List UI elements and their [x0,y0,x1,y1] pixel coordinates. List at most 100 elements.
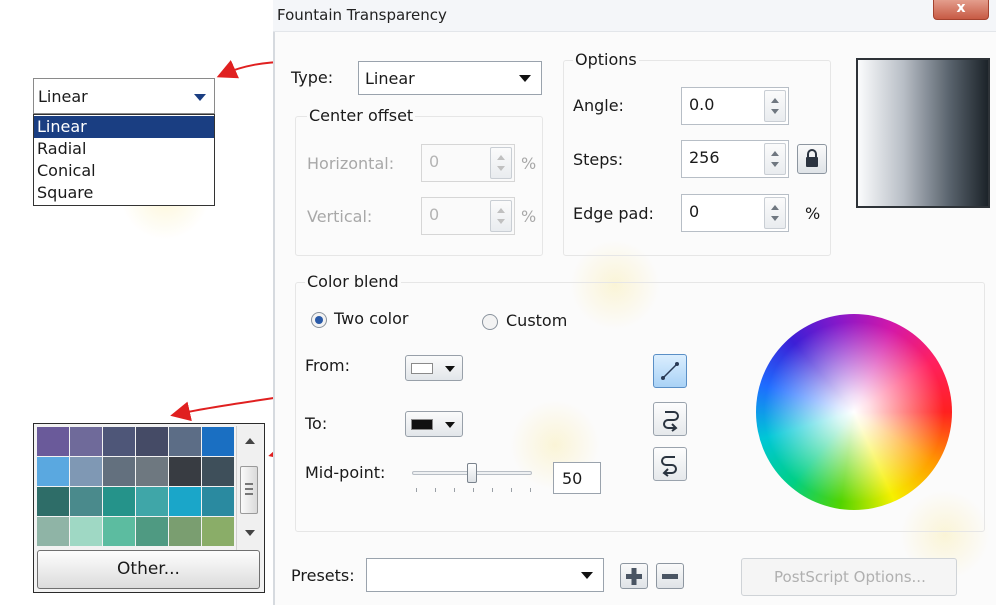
color-palette-popup: Other... [33,423,265,593]
dropdown-option-conical[interactable]: Conical [34,160,214,182]
palette-swatch[interactable] [103,517,135,546]
palette-swatch[interactable] [136,517,168,546]
from-color-picker[interactable] [405,355,463,381]
type-dropdown-closed[interactable]: Linear [33,78,215,114]
angle-field[interactable]: 0.0 [681,87,789,125]
counterclockwise-blend-button[interactable] [653,447,687,481]
postscript-options-button[interactable]: PostScript Options... [741,558,957,596]
options-title: Options [573,50,639,69]
palette-swatch[interactable] [37,517,69,546]
add-preset-button[interactable] [620,563,648,589]
vertical-field[interactable]: 0 [421,197,515,235]
midpoint-value: 50 [562,469,583,488]
from-label: From: [305,356,351,375]
two-color-radio[interactable] [311,312,327,328]
line-blend-icon [661,362,679,380]
palette-scrollbar[interactable] [236,426,262,568]
steps-field[interactable]: 256 [681,140,789,178]
horizontal-value: 0 [429,152,440,171]
horizontal-field[interactable]: 0 [421,144,515,182]
midpoint-slider[interactable] [412,460,534,500]
steps-label: Steps: [573,150,624,169]
palette-swatch[interactable] [70,457,102,486]
palette-swatch[interactable] [169,457,201,486]
color-wheel[interactable] [756,314,952,510]
dialog-edge [273,32,275,605]
palette-swatch[interactable] [37,487,69,516]
dropdown-option-square[interactable]: Square [34,182,214,204]
palette-swatch[interactable] [136,487,168,516]
from-color-swatch [411,363,433,374]
steps-spinner[interactable] [764,143,786,175]
chevron-down-icon [445,366,455,372]
palette-swatch[interactable] [70,427,102,456]
midpoint-label: Mid-point: [305,463,386,482]
palette-swatch[interactable] [202,457,234,486]
custom-label: Custom [506,311,568,330]
scroll-up-icon[interactable] [245,438,255,444]
other-color-button[interactable]: Other... [37,550,260,589]
dropdown-option-radial[interactable]: Radial [34,138,214,160]
palette-swatch[interactable] [202,427,234,456]
vertical-value: 0 [429,205,440,224]
palette-grid [37,427,234,547]
palette-swatch[interactable] [136,427,168,456]
title-bar: Fountain Transparency x [273,0,996,32]
chevron-down-icon [194,94,206,101]
palette-swatch[interactable] [169,517,201,546]
vertical-spinner[interactable] [490,200,512,232]
edge-pad-field[interactable]: 0 [681,194,789,232]
clockwise-arrow-icon [663,411,679,432]
counterclockwise-arrow-icon [661,456,677,477]
clockwise-blend-button[interactable] [653,402,687,436]
steps-lock-button[interactable] [797,144,827,174]
palette-swatch[interactable] [103,427,135,456]
horizontal-spinner[interactable] [490,147,512,179]
palette-swatch[interactable] [70,487,102,516]
minus-icon [662,574,678,579]
postscript-options-label: PostScript Options... [774,568,926,586]
palette-swatch[interactable] [202,487,234,516]
palette-swatch[interactable] [202,517,234,546]
palette-swatch[interactable] [169,427,201,456]
palette-swatch[interactable] [169,487,201,516]
angle-label: Angle: [573,96,624,115]
horizontal-unit: % [521,154,537,173]
direct-blend-button[interactable] [653,354,687,388]
remove-preset-button[interactable] [656,563,684,589]
presets-label: Presets: [291,566,355,585]
presets-select[interactable] [366,558,604,592]
two-color-label: Two color [334,309,409,328]
center-offset-group [295,116,543,256]
custom-radio[interactable] [482,314,498,330]
angle-spinner[interactable] [764,90,786,122]
palette-swatch[interactable] [103,487,135,516]
to-color-swatch [411,419,433,430]
dropdown-option-linear[interactable]: Linear [34,116,214,138]
palette-swatch[interactable] [70,517,102,546]
palette-swatch[interactable] [103,457,135,486]
to-color-picker[interactable] [405,411,463,437]
vertical-label: Vertical: [307,207,373,226]
chevron-down-icon [445,422,455,428]
slider-ticks [416,488,532,492]
type-select[interactable]: Linear [358,61,542,95]
palette-swatch[interactable] [37,457,69,486]
midpoint-slider-thumb[interactable] [467,463,477,483]
type-dropdown-list: Linear Radial Conical Square [33,114,215,206]
palette-swatch[interactable] [136,457,168,486]
type-dropdown-value: Linear [38,87,88,106]
midpoint-field[interactable]: 50 [553,462,601,494]
palette-swatch[interactable] [37,427,69,456]
edge-pad-unit: % [805,204,821,223]
edge-pad-label: Edge pad: [573,204,654,223]
dialog-title: Fountain Transparency [277,6,447,24]
edge-pad-value: 0 [689,202,700,221]
scroll-thumb[interactable] [240,466,258,514]
steps-value: 256 [689,148,720,167]
center-offset-title: Center offset [307,106,416,125]
horizontal-label: Horizontal: [307,154,395,173]
edge-pad-spinner[interactable] [764,197,786,229]
scroll-down-icon[interactable] [245,530,255,536]
close-button[interactable]: x [933,0,989,20]
